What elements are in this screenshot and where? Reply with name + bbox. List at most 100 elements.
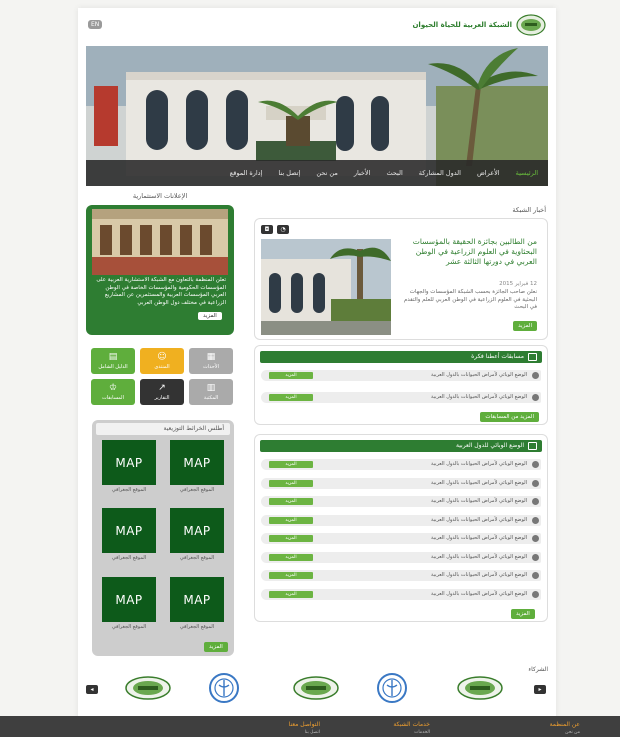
bullet-icon (532, 461, 539, 468)
trophy-icon: ♔ (108, 382, 118, 393)
nav-item-admin[interactable]: إدارة الموقع (230, 169, 263, 177)
partners-strip: ◂ ▸ (78, 671, 556, 705)
list-item-text[interactable]: الوضع الوبائي لأمراض الحيوانات بالدول ال… (431, 535, 527, 541)
list-item-more-button[interactable]: المزيد (269, 553, 313, 561)
footer-col-title[interactable]: التواصل معنا (289, 721, 320, 728)
list-item-more-button[interactable]: المزيد (269, 516, 313, 524)
prev-arrow-icon[interactable]: ◂ (86, 685, 98, 694)
list-item-more-button[interactable]: المزيد (269, 498, 313, 505)
list-item-text[interactable]: الوضع الوبائي لأمراض الحيوانات بالدول ال… (431, 372, 527, 378)
list-item-more-button[interactable]: المزيد (269, 535, 313, 542)
next-arrow-icon[interactable]: ▸ (534, 685, 546, 694)
main-navbar: الرئيسية الأعراض الدول المشاركة البحث ال… (86, 160, 548, 186)
nav-item-home[interactable]: الرئيسية (516, 169, 538, 177)
map-tile[interactable]: MAP (170, 508, 224, 553)
nav-item-contact[interactable]: إتصل بنا (278, 169, 300, 177)
list-item-text[interactable]: الوضع الوبائي لأمراض الحيوانات بالدول ال… (431, 498, 527, 504)
book-icon: ▤ (108, 351, 118, 362)
competitions-panel: مسابقات أعطنا فكرة الوضع الوبائي لأمراض … (254, 345, 548, 425)
list-item[interactable]: الوضع الوبائي لأمراض الحيوانات بالدول ال… (261, 459, 541, 470)
list-item-text[interactable]: الوضع الوبائي لأمراض الحيوانات بالدول ال… (431, 591, 527, 597)
list-item[interactable]: الوضع الوبائي لأمراض الحيوانات بالدول ال… (261, 514, 541, 526)
map-tile[interactable]: MAP (170, 440, 224, 485)
audio-icon[interactable]: ◔ (277, 225, 289, 234)
service-tile[interactable]: ▦ الأحداث (189, 348, 233, 374)
bullet-icon (532, 553, 539, 561)
services-grid: ▤ الدليل الشامل ☺ المنتدى ▦ الأحداث ♔ المسابقات… (91, 348, 233, 405)
list-item[interactable]: الوضع الوبائي لأمراض الحيوانات بالدول ال… (261, 570, 541, 581)
list-item-text[interactable]: الوضع الوبائي لأمراض الحيوانات بالدول ال… (431, 554, 527, 560)
partner-logo-network-icon[interactable] (456, 675, 504, 701)
list-item-text[interactable]: الوضع الوبائي لأمراض الحيوانات بالدول ال… (431, 572, 527, 578)
nav-item-about[interactable]: من نحن (316, 169, 337, 177)
announce-image[interactable] (86, 209, 234, 275)
maps-more-button[interactable]: المزيد (204, 642, 228, 652)
competitions-header: مسابقات أعطنا فكرة (260, 351, 542, 363)
list-item[interactable]: الوضع الوبائي لأمراض الحيوانات بالدول ال… (261, 533, 541, 544)
list-item[interactable]: الوضع الوبائي لأمراض الحيوانات بالدول ال… (261, 477, 541, 489)
news-more-button[interactable]: المزيد (513, 321, 537, 331)
map-tile[interactable]: MAP (102, 508, 156, 553)
list-item[interactable]: الوضع الوبائي لأمراض الحيوانات بالدول ال… (261, 551, 541, 563)
language-toggle[interactable]: EN (88, 20, 103, 29)
nav-item-news[interactable]: الأخبار (354, 169, 371, 177)
map-caption: الموقع الجغرافي (111, 555, 147, 561)
news-date: 12 فبراير 2015 (499, 281, 537, 287)
partner-logo-network-icon[interactable] (124, 675, 172, 701)
service-tile[interactable]: ♔ المسابقات (91, 379, 135, 405)
epidemic-title: الوضع الوبائي للدول العربية (456, 442, 524, 449)
service-label: الدليل الشامل (98, 363, 128, 370)
news-image[interactable] (261, 239, 391, 335)
footer-col-title[interactable]: خدمات الشبكة (393, 721, 430, 728)
map-tile[interactable]: MAP (170, 577, 224, 622)
bullet-icon (532, 479, 539, 487)
announce-title: الإعلانات الاستثمارية (132, 192, 188, 200)
service-tile[interactable]: ▤ الدليل الشامل (91, 348, 135, 374)
service-tile[interactable]: ☺ المنتدى (140, 348, 184, 374)
partner-logo-fao-icon[interactable] (208, 672, 240, 704)
calendar-icon: ▦ (206, 351, 216, 362)
announce-more-button[interactable]: المزيد (198, 312, 222, 320)
partner-logo-fao-icon[interactable] (376, 672, 408, 704)
competitions-more-button[interactable]: المزيد من المسابقات (480, 412, 539, 422)
list-item-text[interactable]: الوضع الوبائي لأمراض الحيوانات بالدول ال… (431, 461, 527, 467)
footer-col-contact: التواصل معنا اتصل بنا (289, 721, 320, 735)
service-tile[interactable]: ▥ المكتبة (189, 379, 233, 405)
site-logo-icon[interactable] (516, 14, 546, 36)
list-item-text[interactable]: الوضع الوبائي لأمراض الحيوانات بالدول ال… (431, 394, 527, 400)
epidemic-more-button[interactable]: المزيد (511, 609, 535, 619)
service-label: المسابقات (102, 394, 124, 401)
service-tile[interactable]: ↗ التقارير (140, 379, 184, 405)
map-caption: الموقع الجغرافي (179, 555, 215, 561)
list-item-more-button[interactable]: المزيد (269, 572, 313, 579)
nav-item-countries[interactable]: الدول المشاركة (419, 169, 461, 177)
nav-item-symptoms[interactable]: الأعراض (477, 169, 500, 177)
announce-text: تعلن المنظمة بالتعاون مع الشبكة الاستشار… (96, 277, 226, 307)
bullet-icon (532, 572, 539, 579)
list-item-more-button[interactable]: المزيد (269, 394, 313, 401)
map-tile[interactable]: MAP (102, 577, 156, 622)
list-item-text[interactable]: الوضع الوبائي لأمراض الحيوانات بالدول ال… (431, 480, 527, 486)
map-tile[interactable]: MAP (102, 440, 156, 485)
footer-col-link[interactable]: الخدمات (393, 730, 430, 735)
footer-col-link[interactable]: اتصل بنا (289, 730, 320, 735)
footer-col-link[interactable]: من نحن (550, 730, 580, 735)
site-title[interactable]: الشبكة العربية للحياة الحيوان (412, 21, 512, 29)
list-item-more-button[interactable]: المزيد (269, 372, 313, 379)
list-item-text[interactable]: الوضع الوبائي لأمراض الحيوانات بالدول ال… (431, 517, 527, 523)
partner-logo-network-icon[interactable] (292, 675, 340, 701)
bullet-icon (532, 394, 539, 401)
list-item[interactable]: الوضع الوبائي لأمراض الحيوانات بالدول ال… (261, 392, 541, 403)
news-section-title: أخبار الشبكة (512, 206, 546, 214)
announce-panel: تعلن المنظمة بالتعاون مع الشبكة الاستشار… (86, 205, 234, 335)
list-item-more-button[interactable]: المزيد (269, 461, 313, 468)
news-headline[interactable]: من الطالبين بجائزة الحقيقة بالمؤسسات الب… (397, 237, 537, 267)
list-item-more-button[interactable]: المزيد (269, 479, 313, 487)
nav-item-search[interactable]: البحث (386, 169, 402, 177)
footer-col-title[interactable]: عن المنظمة (550, 721, 580, 728)
camera-icon[interactable]: ◘ (261, 225, 273, 234)
list-item[interactable]: الوضع الوبائي لأمراض الحيوانات بالدول ال… (261, 496, 541, 507)
list-item[interactable]: الوضع الوبائي لأمراض الحيوانات بالدول ال… (261, 588, 541, 600)
list-item[interactable]: الوضع الوبائي لأمراض الحيوانات بالدول ال… (261, 370, 541, 381)
list-item-more-button[interactable]: المزيد (269, 590, 313, 598)
